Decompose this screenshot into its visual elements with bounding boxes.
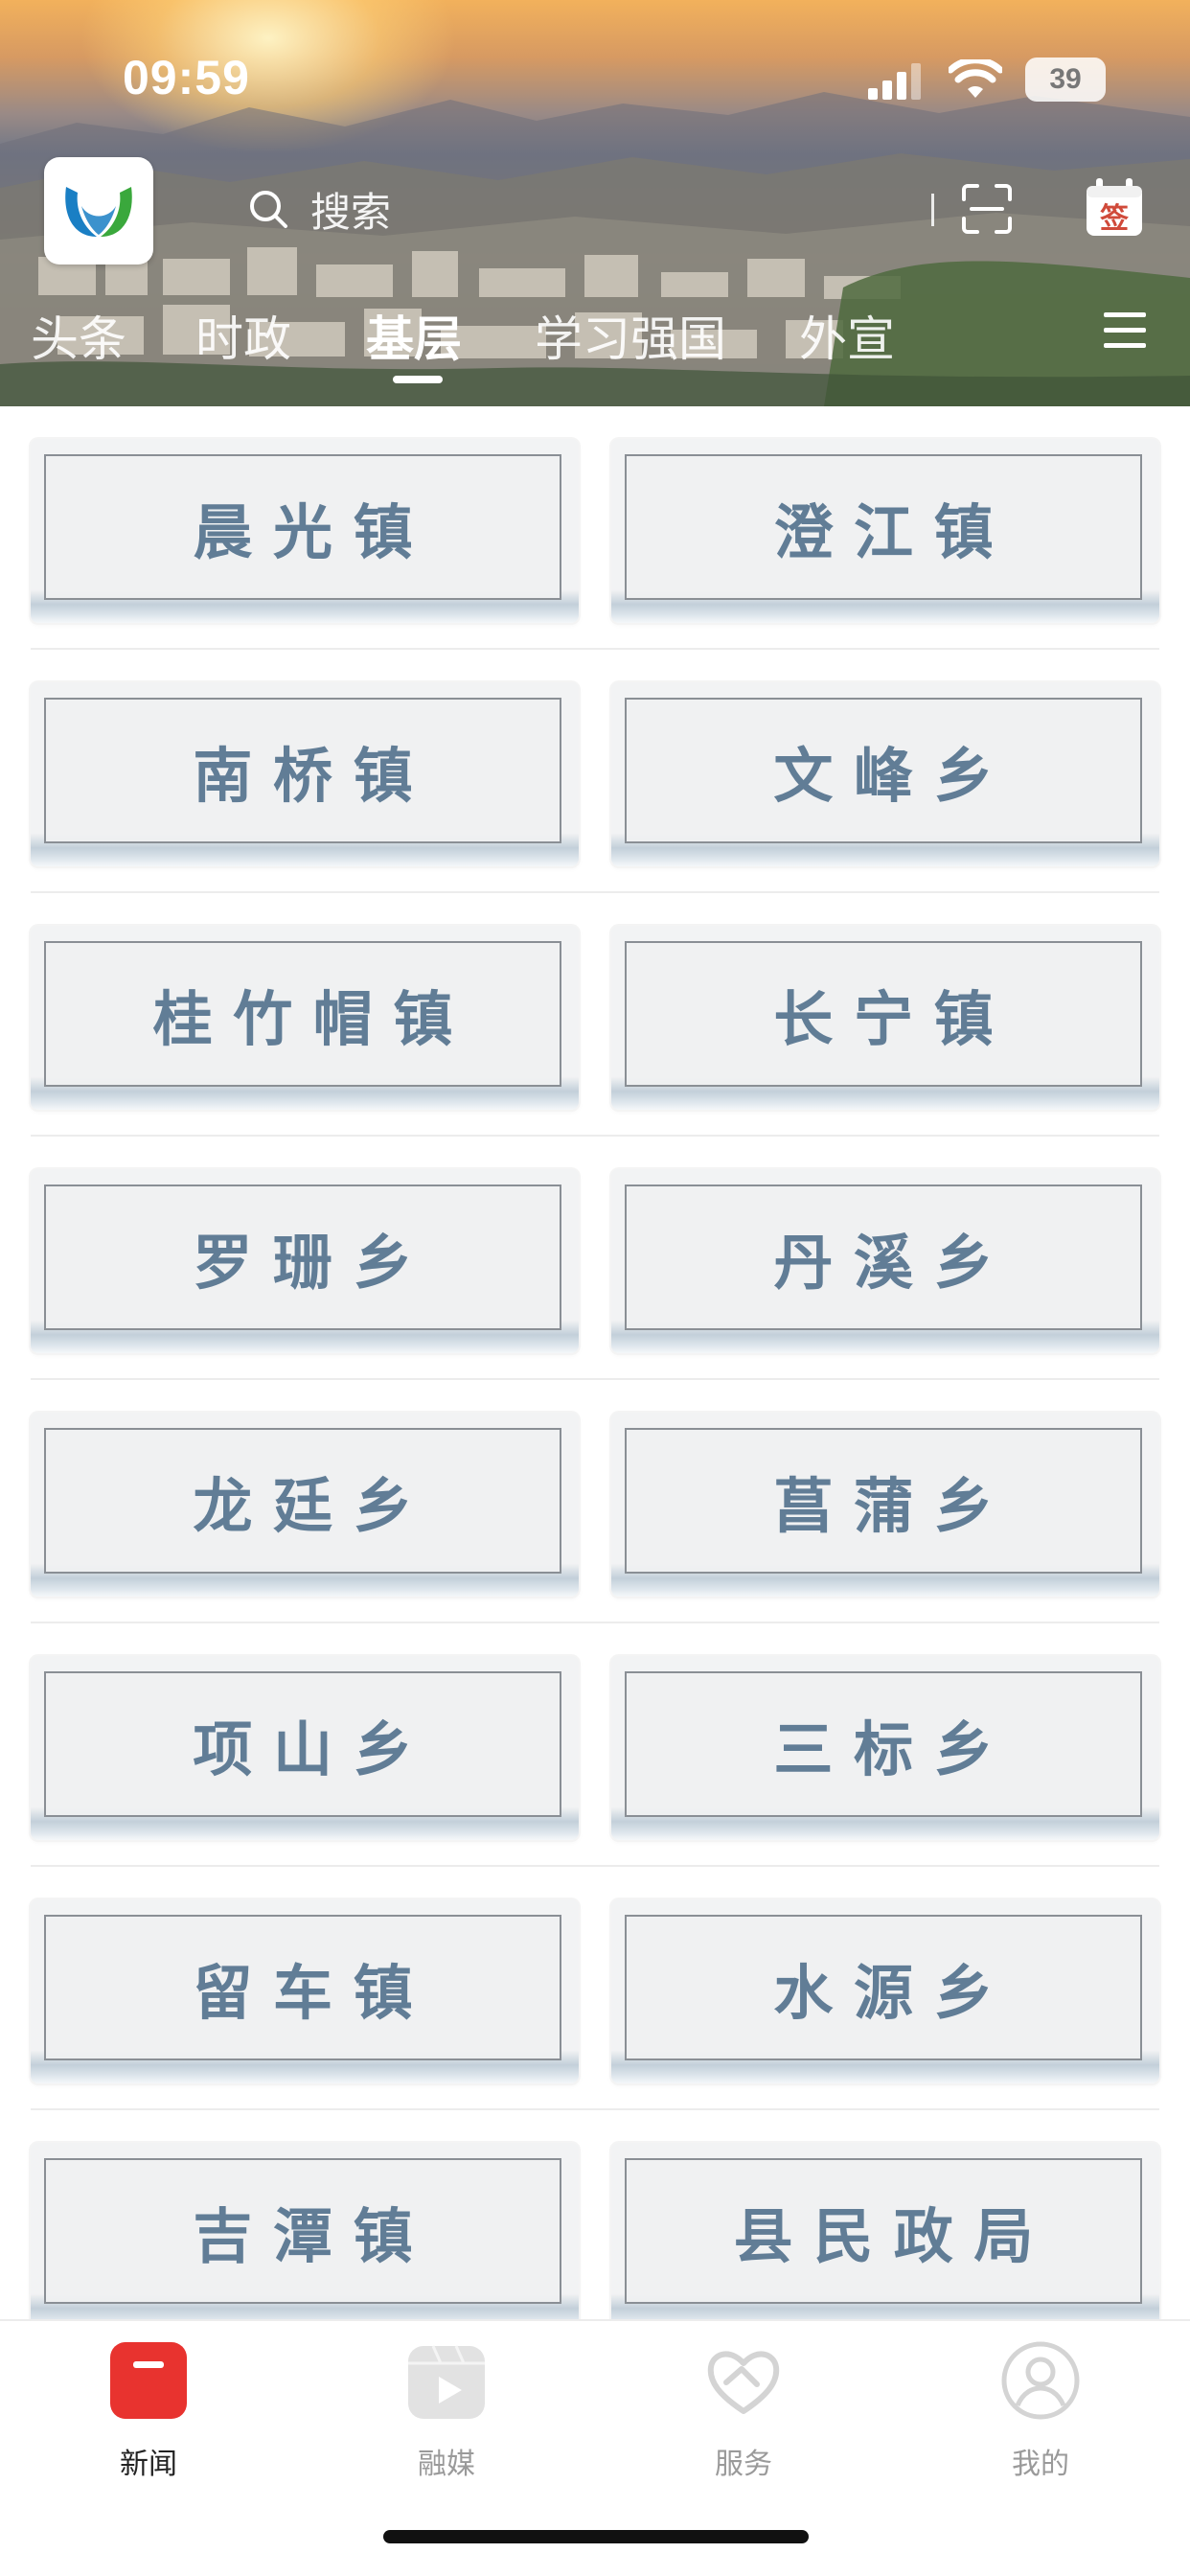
- card-frame: 水 源 乡: [625, 1915, 1142, 2060]
- township-label: 水 源 乡: [773, 1958, 994, 2028]
- wifi-icon: [949, 59, 1002, 98]
- township-label: 项 山 乡: [193, 1714, 413, 1784]
- township-label: 南 桥 镇: [193, 741, 413, 811]
- bottom-tab-services[interactable]: 服务: [648, 2340, 839, 2494]
- heart-hand-icon: [707, 2351, 780, 2414]
- profile-icon: [1001, 2341, 1080, 2420]
- tab-xuexi-qiangguo[interactable]: 学习强国: [535, 301, 726, 370]
- grid-row: 桂 竹 帽 镇 长 宁 镇: [31, 893, 1159, 1137]
- grid-row: 龙 廷 乡 菖 蒲 乡: [31, 1380, 1159, 1623]
- grid-row: 留 车 镇 水 源 乡: [31, 1867, 1159, 2110]
- grid-row: 项 山 乡 三 标 乡: [31, 1623, 1159, 1867]
- card-frame: 桂 竹 帽 镇: [44, 941, 561, 1087]
- card-frame: 县 民 政 局: [625, 2158, 1142, 2304]
- card-frame: 文 峰 乡: [625, 698, 1142, 843]
- township-label: 龙 廷 乡: [193, 1471, 413, 1541]
- cellular-signal-icon: [868, 63, 921, 100]
- township-card[interactable]: 长 宁 镇: [611, 926, 1159, 1110]
- scan-icon[interactable]: [960, 182, 1014, 236]
- search-bar[interactable]: 搜索: [247, 172, 947, 245]
- card-frame: 三 标 乡: [625, 1671, 1142, 1817]
- grid-row: 晨 光 镇 澄 江 镇: [31, 406, 1159, 650]
- township-label: 澄 江 镇: [773, 497, 994, 567]
- bottom-tab-label: 服务: [715, 2448, 772, 2481]
- category-tabs: 头条 时政 基层 学习强国 外宣: [0, 288, 1111, 383]
- status-bar: 09:59 39: [0, 0, 1190, 153]
- search-placeholder: 搜索: [310, 188, 392, 236]
- township-card[interactable]: 晨 光 镇: [31, 439, 579, 623]
- search-icon: [250, 191, 287, 228]
- township-label: 丹 溪 乡: [773, 1228, 994, 1298]
- card-frame: 龙 廷 乡: [44, 1428, 561, 1574]
- card-frame: 留 车 镇: [44, 1915, 561, 2060]
- township-label: 菖 蒲 乡: [773, 1471, 994, 1541]
- bottom-tab-label: 融媒: [418, 2448, 475, 2481]
- township-card[interactable]: 三 标 乡: [611, 1656, 1159, 1840]
- bottom-tab-news[interactable]: 新闻: [53, 2340, 244, 2494]
- tab-grassroots[interactable]: 基层: [366, 301, 462, 370]
- township-card[interactable]: 菖 蒲 乡: [611, 1413, 1159, 1597]
- leaf-logo-icon: [65, 187, 132, 237]
- checkin-calendar-icon[interactable]: 签: [1083, 176, 1146, 240]
- checkin-label: 签: [1100, 202, 1129, 236]
- township-label: 晨 光 镇: [193, 497, 413, 567]
- home-indicator: [383, 2530, 809, 2543]
- township-label: 文 峰 乡: [773, 741, 994, 811]
- township-card[interactable]: 留 车 镇: [31, 1899, 579, 2083]
- township-card[interactable]: 吉 潭 镇: [31, 2143, 579, 2319]
- township-label: 长 宁 镇: [773, 984, 994, 1054]
- card-frame: 南 桥 镇: [44, 698, 561, 843]
- card-frame: 菖 蒲 乡: [625, 1428, 1142, 1574]
- menu-icon[interactable]: [1100, 309, 1150, 353]
- card-frame: 罗 珊 乡: [44, 1184, 561, 1330]
- header-banner: 09:59 39 搜索 签 头条 时政 基层 学习强国 外宣: [0, 0, 1190, 406]
- status-time: 09:59: [123, 51, 250, 104]
- tab-headlines[interactable]: 头条: [31, 301, 126, 370]
- calendar-icon: 签: [1087, 178, 1142, 236]
- app-logo[interactable]: [44, 157, 153, 264]
- township-card[interactable]: 桂 竹 帽 镇: [31, 926, 579, 1110]
- card-frame: 长 宁 镇: [625, 941, 1142, 1087]
- township-card[interactable]: 龙 廷 乡: [31, 1413, 579, 1597]
- township-label: 县 民 政 局: [733, 2201, 1034, 2271]
- media-play-icon: [408, 2345, 485, 2419]
- card-frame: 吉 潭 镇: [44, 2158, 561, 2304]
- township-card[interactable]: 南 桥 镇: [31, 682, 579, 866]
- township-card[interactable]: 丹 溪 乡: [611, 1169, 1159, 1353]
- township-card[interactable]: 县 民 政 局: [611, 2143, 1159, 2319]
- township-label: 桂 竹 帽 镇: [152, 984, 453, 1054]
- grid-row: 吉 潭 镇 县 民 政 局: [31, 2110, 1159, 2319]
- card-frame: 晨 光 镇: [44, 454, 561, 600]
- grid-row: 罗 珊 乡 丹 溪 乡: [31, 1137, 1159, 1380]
- bottom-tab-label: 新闻: [120, 2448, 177, 2481]
- battery-indicator: 39: [1025, 58, 1106, 102]
- township-label: 罗 珊 乡: [193, 1228, 413, 1298]
- township-card[interactable]: 水 源 乡: [611, 1899, 1159, 2083]
- township-label: 吉 潭 镇: [193, 2201, 413, 2271]
- bottom-tab-profile[interactable]: 我的: [945, 2340, 1136, 2494]
- township-card[interactable]: 项 山 乡: [31, 1656, 579, 1840]
- bottom-tab-media[interactable]: 融媒: [351, 2340, 542, 2494]
- township-card[interactable]: 罗 珊 乡: [31, 1169, 579, 1353]
- township-card[interactable]: 澄 江 镇: [611, 439, 1159, 623]
- township-label: 三 标 乡: [773, 1714, 994, 1784]
- search-divider: [931, 194, 934, 226]
- active-tab-indicator: [393, 376, 443, 383]
- card-frame: 项 山 乡: [44, 1671, 561, 1817]
- grid-row: 南 桥 镇 文 峰 乡: [31, 650, 1159, 893]
- bottom-tab-label: 我的: [1012, 2448, 1069, 2481]
- card-frame: 澄 江 镇: [625, 454, 1142, 600]
- tab-external-publicity[interactable]: 外宣: [799, 301, 895, 370]
- township-label: 留 车 镇: [193, 1958, 413, 2028]
- card-frame: 丹 溪 乡: [625, 1184, 1142, 1330]
- news-icon: [110, 2342, 187, 2419]
- tab-politics[interactable]: 时政: [195, 301, 291, 370]
- township-card[interactable]: 文 峰 乡: [611, 682, 1159, 866]
- township-grid: 晨 光 镇 澄 江 镇 南 桥 镇 文 峰 乡 桂 竹 帽 镇 长 宁 镇 罗 …: [0, 406, 1190, 2319]
